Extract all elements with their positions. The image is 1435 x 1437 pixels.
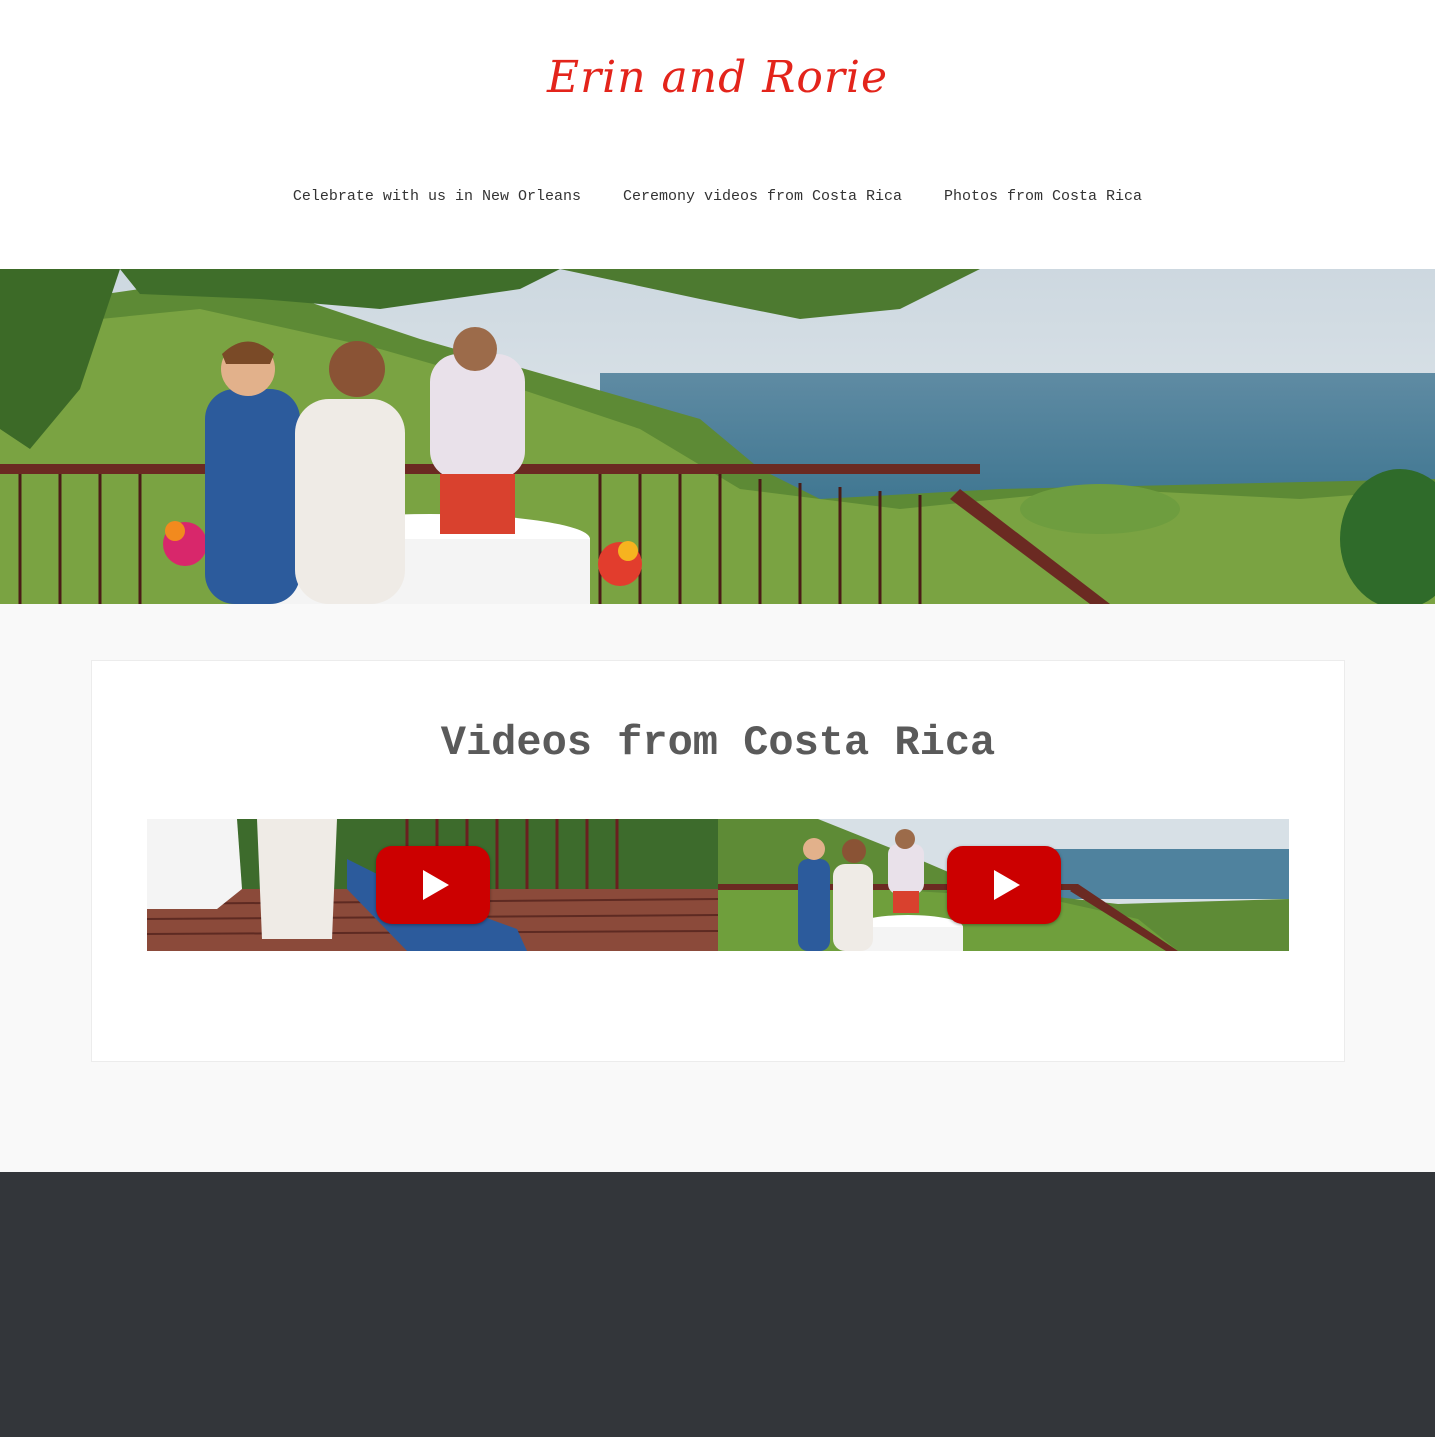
video-thumbnail[interactable] — [718, 819, 1289, 951]
main-nav: Celebrate with us in New Orleans Ceremon… — [0, 188, 1435, 205]
site-header: Erin and Rorie Celebrate with us in New … — [0, 0, 1435, 269]
nav-link-photos[interactable]: Photos from Costa Rica — [944, 188, 1142, 205]
video-card: Videos from Costa Rica — [91, 660, 1345, 1062]
youtube-play-icon[interactable] — [376, 846, 490, 924]
page-heading: Videos from Costa Rica — [440, 719, 996, 767]
site-title[interactable]: Erin and Rorie — [0, 52, 1435, 103]
nav-link-new-orleans[interactable]: Celebrate with us in New Orleans — [293, 188, 581, 205]
video-gallery — [147, 819, 1289, 951]
hero-image — [0, 269, 1435, 604]
video-thumbnail[interactable] — [147, 819, 718, 951]
youtube-play-icon[interactable] — [947, 846, 1061, 924]
nav-link-ceremony-videos[interactable]: Ceremony videos from Costa Rica — [623, 188, 902, 205]
site-footer — [0, 1172, 1435, 1437]
